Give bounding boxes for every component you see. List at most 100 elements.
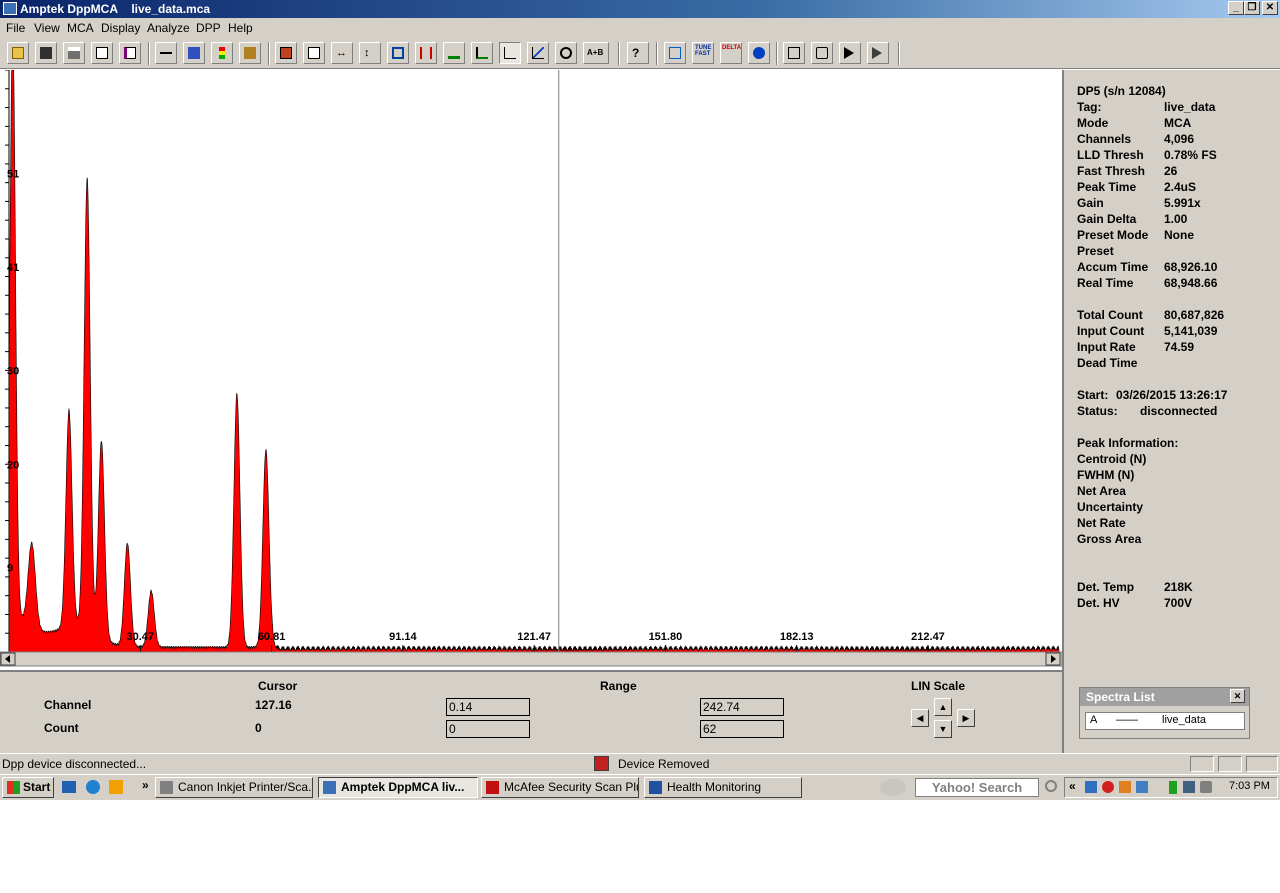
range-count-max-field[interactable]: 62 xyxy=(700,720,784,738)
zoom-region-button[interactable] xyxy=(387,42,409,64)
update-icon[interactable] xyxy=(1136,781,1148,793)
linear-icon xyxy=(504,47,516,59)
start-button[interactable]: Start xyxy=(2,777,54,798)
toolbar-separator xyxy=(776,42,778,65)
vertical-expand-button[interactable]: ↕ xyxy=(359,42,381,64)
minimize-button[interactable]: _ xyxy=(1228,1,1244,15)
traffic-light-icon xyxy=(219,47,225,59)
tray-chevron[interactable]: « xyxy=(1069,779,1076,793)
mcafee-icon xyxy=(486,781,499,794)
scale-up-button[interactable]: ▲ xyxy=(934,698,952,716)
search-icon[interactable] xyxy=(1045,780,1057,792)
media-player-icon[interactable] xyxy=(109,780,123,794)
x-tick-label: 151.80 xyxy=(649,631,683,643)
alert-icon[interactable] xyxy=(1119,781,1131,793)
app-name: Amptek DppMCA xyxy=(20,2,118,16)
sparkle-button[interactable] xyxy=(239,42,261,64)
menu-file[interactable]: File xyxy=(6,21,25,35)
range-count-min-field[interactable]: 0 xyxy=(446,720,530,738)
task-dppmca[interactable]: Amptek DppMCA liv... xyxy=(318,777,478,798)
open-button[interactable] xyxy=(7,42,29,64)
status-pane xyxy=(1190,756,1214,772)
status-pane xyxy=(1246,756,1278,772)
menu-analyze[interactable]: Analyze xyxy=(147,21,190,35)
taskbar: Start » Canon Inkjet Printer/Sca... Ampt… xyxy=(0,774,1280,800)
task-mcafee[interactable]: McAfee Security Scan Plus xyxy=(481,777,639,798)
info-label: Total Count xyxy=(1077,308,1143,322)
y-tick-label: 41 xyxy=(7,262,19,274)
spectra-list-close-button[interactable]: ✕ xyxy=(1230,689,1245,703)
peak-info-row: Uncertainty xyxy=(1077,500,1144,514)
copy-button[interactable] xyxy=(91,42,113,64)
network-icon[interactable] xyxy=(1085,781,1097,793)
menu-help[interactable]: Help xyxy=(228,21,253,35)
cursor-channel-value: 127.16 xyxy=(255,698,292,712)
count-label: Count xyxy=(44,721,79,735)
menu-view[interactable]: View xyxy=(34,21,60,35)
mcafee-tray-icon[interactable] xyxy=(1102,781,1114,793)
show-desktop-icon[interactable] xyxy=(62,781,76,793)
task-health[interactable]: Health Monitoring xyxy=(644,777,802,798)
restore-button[interactable]: ❐ xyxy=(1244,1,1260,15)
auto-scale-button[interactable] xyxy=(471,42,493,64)
peak-icon xyxy=(448,47,460,59)
a-plus-b-button[interactable]: A+B xyxy=(583,42,609,64)
connect-button[interactable] xyxy=(155,42,177,64)
search-peak-button[interactable] xyxy=(555,42,577,64)
range-channel-max-field[interactable]: 242.74 xyxy=(700,698,784,716)
spectrum-plot[interactable]: 30.47 60.81 91.14 121.47 151.80 182.13 212.47 5… xyxy=(0,70,1062,668)
browser-icon[interactable] xyxy=(86,780,100,794)
windows-logo-icon xyxy=(7,781,20,794)
quicklaunch-chevron[interactable]: » xyxy=(142,778,149,792)
data-panel-button[interactable] xyxy=(275,42,297,64)
tune-fast-button[interactable]: TUNE FAST xyxy=(692,42,714,64)
play-button[interactable] xyxy=(839,42,861,64)
info-value: 5.991x xyxy=(1164,196,1201,210)
spectra-list-item[interactable]: A —— live_data xyxy=(1085,712,1245,730)
display-icon[interactable] xyxy=(1183,781,1195,793)
log-button[interactable] xyxy=(527,42,549,64)
home-button[interactable] xyxy=(783,42,805,64)
info-label: Accum Time xyxy=(1077,260,1149,274)
document-button[interactable] xyxy=(303,42,325,64)
scale-left-button[interactable]: ◀ xyxy=(911,709,929,727)
volume-muted-icon[interactable] xyxy=(1200,781,1212,793)
linear-button[interactable] xyxy=(499,42,521,64)
acquire-button[interactable] xyxy=(183,42,205,64)
menu-mca[interactable]: MCA xyxy=(67,21,94,35)
save-button[interactable] xyxy=(35,42,57,64)
delta-button[interactable]: DELTA xyxy=(720,42,742,64)
range-channel-min-field[interactable]: 0.14 xyxy=(446,698,530,716)
calibration-button[interactable] xyxy=(664,42,686,64)
peak-button[interactable] xyxy=(443,42,465,64)
menu-bar: File View MCA Display Analyze DPP Help xyxy=(0,18,1280,38)
step-play-button[interactable] xyxy=(867,42,889,64)
horizontal-expand-button[interactable]: ↔ xyxy=(331,42,353,64)
config-button[interactable] xyxy=(811,42,833,64)
info-button[interactable] xyxy=(748,42,770,64)
info-value: 2.4uS xyxy=(1164,180,1197,194)
roi-button[interactable] xyxy=(415,42,437,64)
task-canon[interactable]: Canon Inkjet Printer/Sca... xyxy=(155,777,313,798)
y-tick-label: 51 xyxy=(7,168,19,180)
status-left-text: Dpp device disconnected... xyxy=(2,757,147,771)
step-play-icon xyxy=(872,47,882,59)
menu-display[interactable]: Display xyxy=(101,21,140,35)
report-button[interactable] xyxy=(119,42,141,64)
info-value: 74.59 xyxy=(1164,340,1195,354)
help-cursor-button[interactable]: ? xyxy=(627,42,649,64)
yahoo-search-input[interactable]: Yahoo! Search xyxy=(915,778,1039,797)
spectrum-chart[interactable]: 30.47 60.81 91.14 121.47 151.80 182.13 212.47 5… xyxy=(0,70,1062,668)
traffic-light-button[interactable] xyxy=(211,42,233,64)
scale-right-button[interactable]: ▶ xyxy=(957,709,975,727)
battery-icon[interactable] xyxy=(1169,781,1177,794)
delta-icon: DELTA xyxy=(722,45,742,51)
menu-dpp[interactable]: DPP xyxy=(196,21,221,35)
toolbar-separator xyxy=(898,42,900,65)
info-value: 68,926.10 xyxy=(1164,260,1218,274)
scale-down-button[interactable]: ▼ xyxy=(934,720,952,738)
info-label: Dead Time xyxy=(1077,356,1138,370)
peak-info-row: Gross Area xyxy=(1077,532,1142,546)
print-button[interactable] xyxy=(63,42,85,64)
close-button[interactable]: ✕ xyxy=(1262,1,1278,15)
